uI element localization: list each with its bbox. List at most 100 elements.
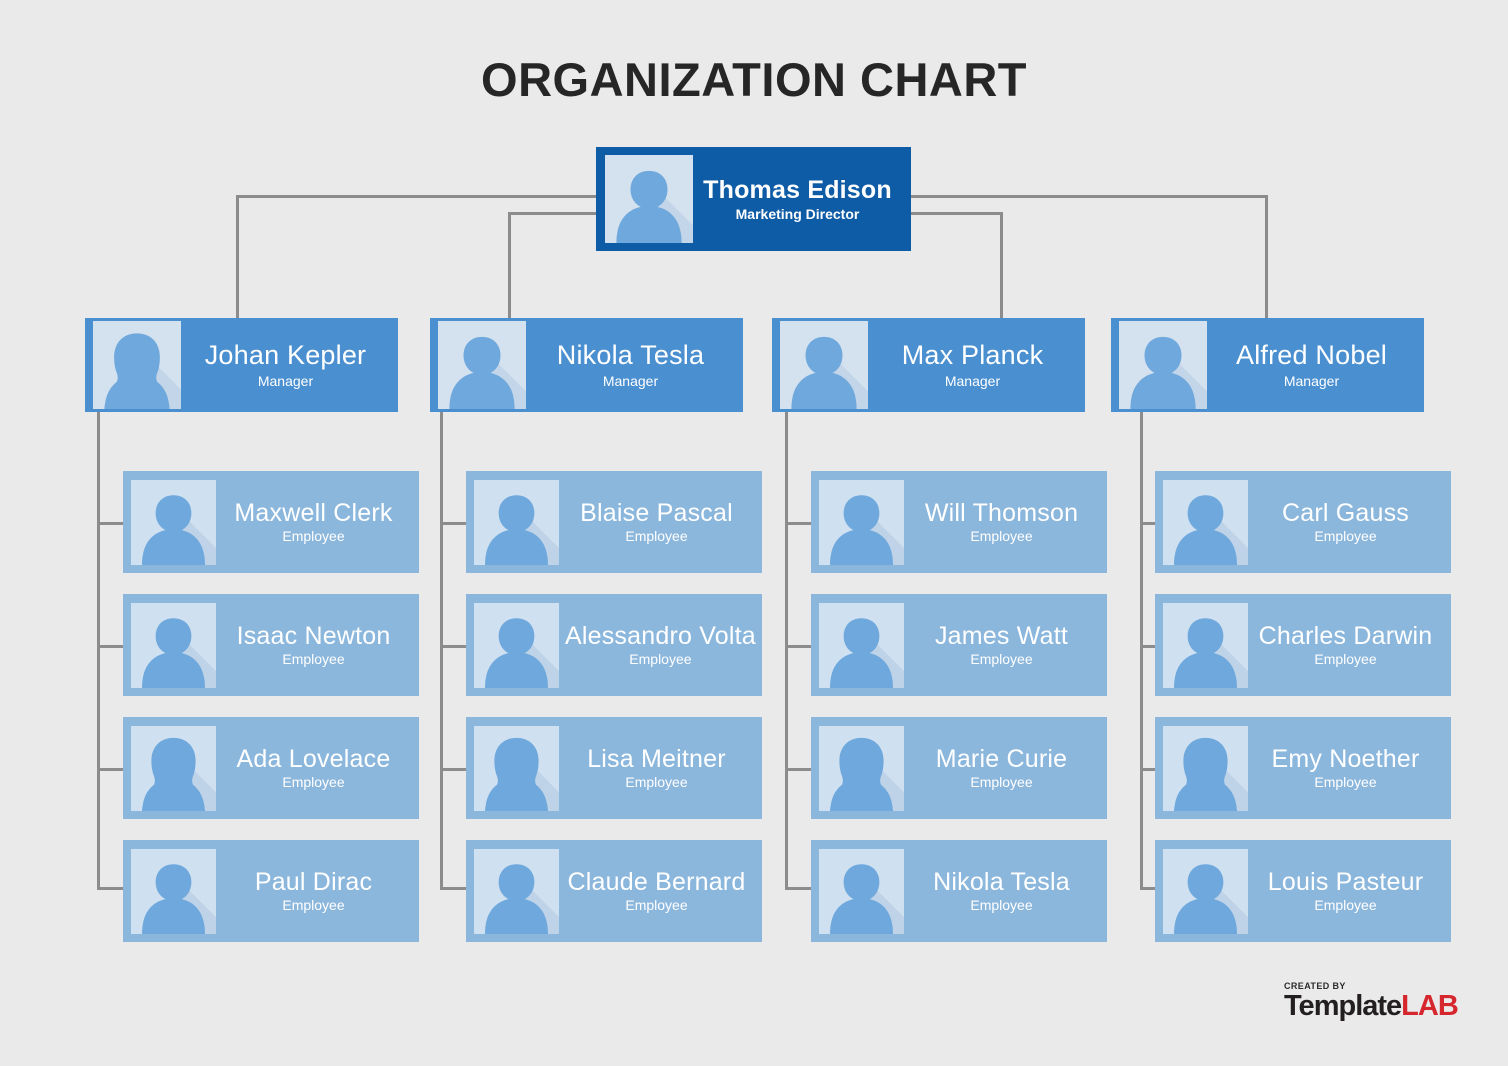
connector-root-inner-left <box>508 212 596 215</box>
connector-stub-col1-e4 <box>97 887 125 890</box>
node-manager-2[interactable]: Nikola Tesla Manager <box>430 318 743 412</box>
logo-word-lab: LAB <box>1401 990 1459 1022</box>
connector-stub-col1-e1 <box>97 522 125 525</box>
node-employee-3-2[interactable]: James Watt Employee <box>811 594 1107 696</box>
node-name: Ada Lovelace <box>236 745 391 774</box>
node-role: Marketing Director <box>735 205 860 222</box>
node-text: Max Planck Manager <box>868 341 1077 388</box>
node-manager-3[interactable]: Max Planck Manager <box>772 318 1085 412</box>
avatar-male-icon <box>1163 602 1248 688</box>
node-text: Lisa Meitner Employee <box>559 746 754 790</box>
node-role: Employee <box>625 528 688 545</box>
node-role: Employee <box>625 774 688 791</box>
node-role: Employee <box>282 774 345 791</box>
node-text: Isaac Newton Employee <box>216 623 411 667</box>
logo-wordmark: TemplateLAB <box>1284 990 1459 1022</box>
connector-stub-col2-e4 <box>440 887 468 890</box>
connector-spine-col4 <box>1140 412 1143 887</box>
node-name: James Watt <box>934 622 1069 651</box>
connector-drop-col1 <box>236 195 239 318</box>
node-director[interactable]: Thomas Edison Marketing Director <box>596 147 911 251</box>
avatar-male-icon <box>474 602 559 688</box>
connector-root-inner-right <box>911 212 1000 215</box>
node-name: Carl Gauss <box>1281 499 1410 528</box>
connector-stub-col1-e2 <box>97 645 125 648</box>
connector-drop-col4 <box>1265 195 1268 318</box>
node-text: Marie Curie Employee <box>904 746 1099 790</box>
connector-stub-col2-e3 <box>440 768 468 771</box>
node-employee-2-4[interactable]: Claude Bernard Employee <box>466 840 762 942</box>
node-employee-4-4[interactable]: Louis Pasteur Employee <box>1155 840 1451 942</box>
templatelab-logo: CREATED BY TemplateLAB <box>1284 982 1459 1022</box>
node-employee-1-4[interactable]: Paul Dirac Employee <box>123 840 419 942</box>
node-role: Employee <box>970 528 1033 545</box>
node-employee-2-1[interactable]: Blaise Pascal Employee <box>466 471 762 573</box>
node-name: Paul Dirac <box>254 868 373 897</box>
node-name: Blaise Pascal <box>580 499 733 528</box>
node-name: Alessandro Volta <box>565 622 756 651</box>
org-chart-canvas: ORGANIZATION CHART Thomas Edison Marketi… <box>0 0 1508 1066</box>
node-manager-4[interactable]: Alfred Nobel Manager <box>1111 318 1424 412</box>
connector-drop-col2 <box>508 212 511 318</box>
node-employee-3-3[interactable]: Marie Curie Employee <box>811 717 1107 819</box>
node-text: Alessandro Volta Employee <box>559 623 762 667</box>
node-employee-4-2[interactable]: Charles Darwin Employee <box>1155 594 1451 696</box>
node-employee-1-1[interactable]: Maxwell Clerk Employee <box>123 471 419 573</box>
node-name: Max Planck <box>901 340 1044 371</box>
node-text: Claude Bernard Employee <box>559 869 754 913</box>
node-text: James Watt Employee <box>904 623 1099 667</box>
node-role: Employee <box>282 897 345 914</box>
node-name: Maxwell Clerk <box>234 499 393 528</box>
avatar-male-icon <box>780 321 868 409</box>
node-text: Nikola Tesla Manager <box>526 341 735 388</box>
node-name: Marie Curie <box>935 745 1068 774</box>
node-name: Claude Bernard <box>567 868 746 897</box>
avatar-male-icon <box>438 321 526 409</box>
node-text: Carl Gauss Employee <box>1248 500 1443 544</box>
node-role: Manager <box>944 372 1001 389</box>
node-name: Nikola Tesla <box>556 340 705 371</box>
node-employee-2-3[interactable]: Lisa Meitner Employee <box>466 717 762 819</box>
connector-stub-col2-e2 <box>440 645 468 648</box>
node-role: Manager <box>1283 372 1340 389</box>
node-text: Blaise Pascal Employee <box>559 500 754 544</box>
connector-stub-col3-e1 <box>785 522 813 525</box>
connector-spine-col3 <box>785 412 788 887</box>
node-name: Nikola Tesla <box>933 868 1070 897</box>
node-manager-1[interactable]: Johan Kepler Manager <box>85 318 398 412</box>
node-role: Employee <box>970 774 1033 791</box>
node-employee-4-3[interactable]: Emy Noether Employee <box>1155 717 1451 819</box>
node-role: Employee <box>282 528 345 545</box>
node-role: Manager <box>602 372 659 389</box>
node-role: Employee <box>1314 528 1377 545</box>
node-name: Alfred Nobel <box>1236 340 1387 371</box>
node-employee-2-2[interactable]: Alessandro Volta Employee <box>466 594 762 696</box>
avatar-female-icon <box>819 725 904 811</box>
connector-root-outer-right <box>911 195 1268 198</box>
node-name: Louis Pasteur <box>1267 868 1424 897</box>
connector-stub-col2-e1 <box>440 522 468 525</box>
node-employee-3-4[interactable]: Nikola Tesla Employee <box>811 840 1107 942</box>
node-employee-1-3[interactable]: Ada Lovelace Employee <box>123 717 419 819</box>
node-text: Paul Dirac Employee <box>216 869 411 913</box>
node-text: Emy Noether Employee <box>1248 746 1443 790</box>
node-text: Johan Kepler Manager <box>181 341 390 388</box>
avatar-male-icon <box>819 848 904 934</box>
node-role: Employee <box>282 651 345 668</box>
node-text: Alfred Nobel Manager <box>1207 341 1416 388</box>
connector-drop-col3 <box>1000 212 1003 318</box>
node-employee-3-1[interactable]: Will Thomson Employee <box>811 471 1107 573</box>
avatar-male-icon <box>819 479 904 565</box>
avatar-male-icon <box>1163 848 1248 934</box>
node-employee-1-2[interactable]: Isaac Newton Employee <box>123 594 419 696</box>
avatar-male-icon <box>131 602 216 688</box>
node-role: Manager <box>257 372 314 389</box>
node-name: Isaac Newton <box>236 622 391 651</box>
avatar-male-icon <box>1119 321 1207 409</box>
node-text: Charles Darwin Employee <box>1248 623 1443 667</box>
avatar-female-icon <box>1163 725 1248 811</box>
connector-stub-col3-e4 <box>785 887 813 890</box>
logo-word-template: Template <box>1284 990 1402 1022</box>
node-employee-4-1[interactable]: Carl Gauss Employee <box>1155 471 1451 573</box>
avatar-female-icon <box>93 321 181 409</box>
